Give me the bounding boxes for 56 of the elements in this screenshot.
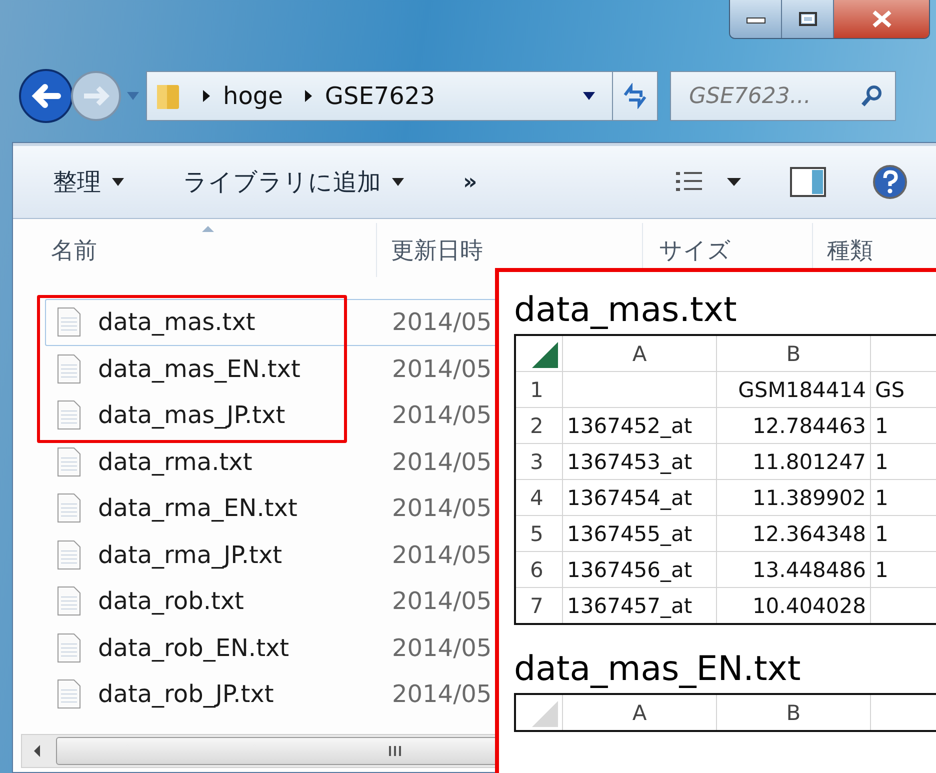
column-letter[interactable]: A [562, 335, 716, 372]
table-cell: 1367456_at [562, 552, 716, 588]
help-icon[interactable] [872, 164, 908, 200]
search-field[interactable]: GSE7623... [670, 71, 896, 121]
caret-icon[interactable] [726, 177, 742, 187]
text-file-icon [56, 538, 82, 571]
more-button[interactable]: » [463, 170, 478, 194]
row-number[interactable]: 6 [515, 552, 562, 588]
row-number[interactable]: 3 [515, 444, 562, 480]
caret-icon[interactable] [111, 177, 125, 187]
toolbar-menu[interactable]: 整理 [53, 166, 125, 198]
close-button[interactable] [834, 0, 929, 38]
text-file-icon [56, 492, 82, 524]
table-cell: 12.784463 [716, 408, 870, 444]
row-number[interactable]: 4 [515, 480, 562, 516]
preview-pane-icon[interactable] [790, 167, 826, 197]
column-letter[interactable]: B [716, 335, 870, 372]
text-file-icon [56, 306, 82, 338]
row-number[interactable]: 5 [515, 516, 562, 552]
table-cell: 1367454_at [562, 480, 716, 516]
text-file-icon [56, 352, 82, 385]
refresh-icon[interactable] [621, 83, 649, 109]
address-bar[interactable]: hoge GSE7623 [146, 71, 658, 121]
back-icon[interactable] [18, 68, 74, 124]
minimize-button[interactable] [730, 0, 782, 38]
maximize-icon[interactable] [798, 11, 818, 27]
column-header[interactable]: 名前 [13, 223, 377, 277]
text-file-icon [56, 585, 82, 618]
text-file-icon [56, 678, 82, 710]
chevron-icon[interactable] [302, 89, 313, 103]
chevron-icon[interactable] [201, 89, 211, 103]
breadcrumb[interactable]: hoge [223, 82, 283, 110]
scroll-left-icon[interactable] [32, 744, 42, 758]
table-cell: 1367453_at [562, 444, 716, 480]
toolbar-menu[interactable]: ライブラリに追加 [183, 166, 405, 198]
grip-icon [387, 744, 403, 758]
table-cell: 11.801247 [716, 444, 870, 480]
text-file-icon [56, 446, 82, 478]
sheet-title: data_mas_EN.txt [514, 648, 802, 691]
caret-icon[interactable] [391, 177, 405, 187]
select-all-triangle[interactable] [532, 342, 558, 368]
table-cell: 12.364348 [716, 516, 870, 552]
text-file-icon [56, 632, 82, 664]
table-cell: 1367452_at [562, 408, 716, 444]
search-icon[interactable] [860, 84, 884, 108]
row-number[interactable]: 1 [515, 372, 562, 408]
table-cell: 13.448486 [716, 552, 870, 588]
table-cell: GSM184414 [716, 372, 870, 408]
dropdown-icon[interactable] [582, 91, 596, 101]
sort-icon [201, 225, 215, 233]
breadcrumb[interactable]: GSE7623 [324, 82, 435, 110]
text-file-icon [56, 399, 82, 432]
row-number[interactable]: 2 [515, 408, 562, 444]
table-cell: 11.389902 [716, 480, 870, 516]
maximize-button[interactable] [782, 0, 834, 38]
table-cell: 1367455_at [562, 516, 716, 552]
